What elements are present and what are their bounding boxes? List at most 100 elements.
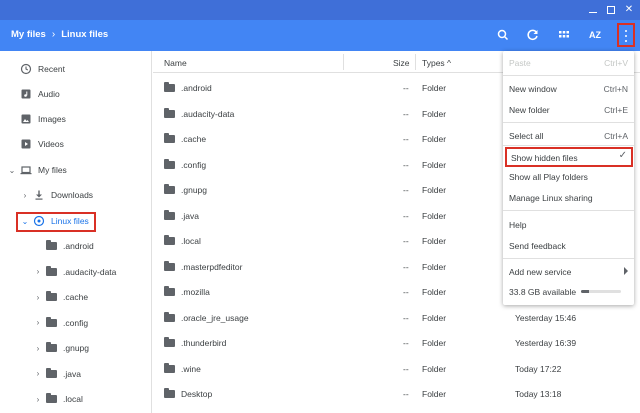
sidebar-tree-item[interactable]: › .local (33, 389, 83, 409)
minimize-icon (589, 12, 597, 13)
folder-icon (164, 82, 175, 92)
file-row[interactable]: .wine -- Folder Today 17:22 (153, 356, 640, 381)
column-name[interactable]: Name (164, 58, 187, 68)
sidebar-item-my-files[interactable]: ⌄ My files (7, 160, 67, 180)
file-name: .wine (181, 363, 201, 374)
folder-icon (46, 342, 57, 352)
sidebar-item-recent[interactable]: Recent (20, 59, 65, 79)
menu-item-show-hidden-files[interactable]: Show hidden files ✓ (505, 147, 633, 167)
column-type[interactable]: Types ^ (422, 58, 451, 68)
file-row[interactable]: .oracle_jre_usage -- Folder Yesterday 15:46 (153, 305, 640, 330)
clock-icon (20, 63, 32, 75)
menu-divider (503, 122, 634, 123)
sort-button[interactable]: AZ (586, 26, 604, 44)
menu-item-storage[interactable]: 33.8 GB available (503, 281, 634, 301)
storage-bar-fill (581, 290, 589, 293)
file-size: -- (403, 159, 409, 170)
minimize-button[interactable] (586, 3, 600, 17)
file-row[interactable]: Desktop -- Folder Today 13:18 (153, 381, 640, 406)
folder-icon (46, 240, 57, 250)
column-divider[interactable] (415, 54, 416, 70)
maximize-button[interactable] (604, 3, 618, 17)
file-row[interactable]: .thunderbird -- Folder Yesterday 16:39 (153, 330, 640, 355)
column-size[interactable]: Size (393, 58, 410, 68)
sidebar-item-audio[interactable]: Audio (20, 84, 60, 104)
storage-label: 33.8 GB available (509, 287, 577, 297)
close-button[interactable]: ✕ (622, 3, 636, 17)
folder-icon (46, 265, 57, 276)
chevron-right-icon[interactable]: › (33, 293, 43, 302)
breadcrumb: My files › Linux files (11, 29, 108, 40)
menu-item-paste[interactable]: Paste Ctrl+V (503, 52, 634, 72)
video-icon (20, 138, 32, 150)
file-name: .config (181, 159, 207, 170)
file-type: Folder (422, 134, 447, 144)
chevron-right-icon[interactable]: › (33, 395, 43, 404)
options-menu: Paste Ctrl+V New window Ctrl+N New folde… (503, 51, 634, 305)
refresh-button[interactable] (524, 26, 542, 44)
file-date: Yesterday 16:39 (515, 338, 577, 348)
chevron-right-icon[interactable]: › (33, 369, 43, 378)
sidebar-item-label: .java (63, 368, 81, 379)
sidebar-item-label: .gnupg (63, 343, 89, 353)
chevron-right-icon[interactable]: › (33, 267, 43, 276)
file-name: .oracle_jre_usage (181, 312, 249, 323)
sidebar-item-images[interactable]: Images (20, 109, 66, 129)
chevron-down-icon[interactable]: ⌄ (7, 166, 17, 175)
menu-item-label: Send feedback (509, 241, 566, 251)
menu-item-label: Manage Linux sharing (509, 193, 593, 203)
sidebar-item-label: .local (63, 394, 83, 404)
sidebar-item-downloads[interactable]: › Downloads (20, 185, 93, 205)
window-titlebar: ✕ (0, 0, 640, 20)
sidebar-tree-item[interactable]: › .gnupg (33, 338, 89, 358)
sidebar-item-label: .config (63, 317, 89, 328)
file-name: .thunderbird (181, 338, 227, 348)
file-type: Folder (422, 287, 447, 297)
menu-item-send-feedback[interactable]: Send feedback (503, 235, 634, 255)
menu-item-label: Add new service (509, 267, 572, 277)
menu-item-new-window[interactable]: New window Ctrl+N (503, 78, 634, 98)
menu-item-new-folder[interactable]: New folder Ctrl+E (503, 99, 634, 119)
sidebar-item-label: Videos (38, 139, 64, 149)
breadcrumb-root[interactable]: My files (11, 29, 46, 40)
sidebar-item-label: .cache (63, 292, 89, 302)
more-options-button[interactable] (617, 23, 635, 47)
menu-item-show-play-folders[interactable]: Show all Play folders (503, 166, 634, 186)
sidebar-tree-item[interactable]: › .java (33, 364, 81, 384)
menu-item-add-new-service[interactable]: Add new service (503, 261, 634, 281)
menu-item-select-all[interactable]: Select all Ctrl+A (503, 125, 634, 145)
menu-item-label: Help (509, 220, 527, 230)
folder-icon (164, 388, 175, 398)
column-divider[interactable] (343, 54, 344, 70)
grid-view-button[interactable] (555, 26, 573, 44)
sidebar-tree-item[interactable]: .android (46, 236, 94, 256)
menu-item-shortcut: Ctrl+V (604, 58, 628, 68)
folder-icon (164, 184, 175, 194)
menu-item-help[interactable]: Help (503, 214, 634, 234)
folder-icon (164, 107, 175, 118)
file-name: .local (181, 236, 201, 246)
sidebar-item-videos[interactable]: Videos (20, 134, 64, 154)
folder-icon (164, 260, 175, 271)
breadcrumb-current[interactable]: Linux files (61, 29, 108, 40)
menu-divider (503, 258, 634, 259)
menu-item-manage-linux-sharing[interactable]: Manage Linux sharing (503, 187, 634, 207)
file-type: Folder (422, 108, 447, 119)
file-size: -- (403, 83, 409, 93)
menu-item-shortcut: Ctrl+A (604, 131, 628, 141)
sidebar-tree-item[interactable]: › .audacity-data (33, 262, 116, 282)
menu-item-shortcut: Ctrl+E (604, 105, 628, 115)
folder-icon (46, 393, 57, 403)
chevron-right-icon[interactable]: › (33, 318, 43, 327)
chevron-right-icon[interactable]: › (20, 191, 30, 200)
folder-icon (164, 337, 175, 347)
folder-icon (164, 286, 175, 296)
chevron-right-icon[interactable]: › (33, 344, 43, 353)
linux-files-highlight (16, 212, 96, 232)
sidebar-tree-item[interactable]: › .config (33, 313, 88, 333)
menu-item-shortcut: Ctrl+N (603, 84, 628, 94)
file-date: Today 17:22 (515, 363, 562, 374)
search-button[interactable] (494, 26, 512, 44)
laptop-icon (20, 164, 32, 176)
sidebar-tree-item[interactable]: › .cache (33, 287, 88, 307)
